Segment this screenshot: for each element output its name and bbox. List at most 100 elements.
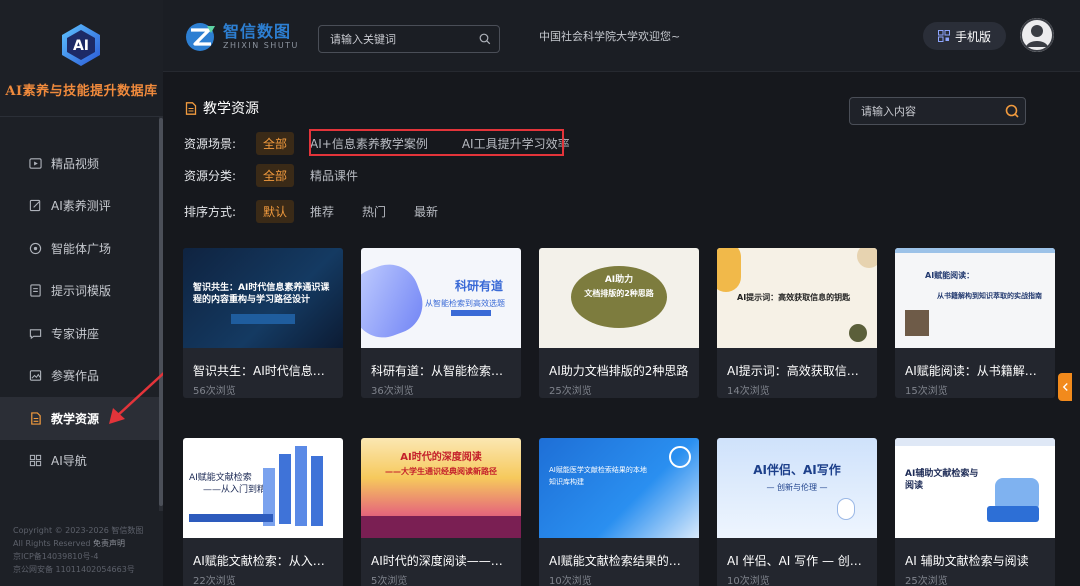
- content-search-input[interactable]: [850, 98, 990, 124]
- thumbnail-title: 科研有道: [455, 279, 504, 293]
- card-thumbnail: AI辅助文献检索与阅读: [895, 438, 1055, 538]
- sort-filter-label: 排序方式:: [184, 205, 237, 219]
- qrcode-icon: [937, 30, 950, 42]
- sidebar: AI AI素养与技能提升数据库 精品视频 AI素养测评 智能体广场 提示词模版 …: [0, 0, 163, 586]
- resource-card[interactable]: AI伴侣、AI写作 — 创新与伦理 — AI 伴侣、AI 写作 — 创新与伦理 …: [717, 438, 877, 586]
- sort-option-latest[interactable]: 最新: [407, 200, 445, 223]
- thumbnail-title: AI赋能文献检索: [189, 473, 252, 483]
- ai-logo-icon[interactable]: AI: [58, 22, 104, 68]
- card-thumbnail: AI赋能阅读： 从书籍解构到知识萃取的实战指南: [895, 248, 1055, 348]
- sidebar-item-label: AI导航: [51, 454, 87, 469]
- thumbnail-title: AI助力: [604, 275, 634, 285]
- thumbnail-text: AI提示词：高效获取信息的钥匙: [737, 293, 851, 302]
- card-thumbnail: AI助力 文档排版的2种思路: [539, 248, 699, 348]
- header-search-input[interactable]: [319, 26, 469, 52]
- sidebar-nav: 精品视频 AI素养测评 智能体广场 提示词模版 专家讲座 参赛作品 教学资源 A…: [0, 142, 160, 482]
- card-title: AI时代的深度阅读——大学生通识经典阅读新路径: [371, 554, 513, 568]
- resource-card[interactable]: AI赋能阅读： 从书籍解构到知识萃取的实战指南 AI赋能阅读：从书籍解构到知识萃…: [895, 248, 1055, 398]
- image-icon: [28, 369, 42, 383]
- card-thumbnail: AI时代的深度阅读 ——大学生通识经典阅读新路径: [361, 438, 521, 538]
- resource-card[interactable]: AI辅助文献检索与阅读 AI 辅助文献检索与阅读 25次浏览: [895, 438, 1055, 586]
- sidebar-item-ai-nav[interactable]: AI导航: [0, 440, 160, 483]
- sidebar-item-label: 精品视频: [51, 156, 100, 171]
- card-views: 22次浏览: [193, 576, 236, 586]
- copyright-text: Copyright © 2023-2026 智信数图: [13, 526, 144, 535]
- card-views: 36次浏览: [371, 386, 414, 397]
- disclaimer-link[interactable]: 免责声明: [93, 539, 125, 548]
- mobile-version-button[interactable]: 手机版: [923, 22, 1006, 50]
- sidebar-item-label: 提示词模版: [51, 284, 112, 299]
- filter-panel: 教学资源 资源场景: 全部 AI+信息素养教学案例 AI工具提升学习效率 资源分…: [163, 72, 1080, 232]
- category-filter-label: 资源分类:: [184, 169, 237, 183]
- resource-card[interactable]: AI时代的深度阅读 ——大学生通识经典阅读新路径 AI时代的深度阅读——大学生通…: [361, 438, 521, 586]
- thumbnail-subtitle: 文档排版的2种思路: [584, 289, 654, 298]
- mobile-version-label: 手机版: [954, 29, 991, 44]
- thumbnail-title: AI赋能阅读：: [925, 271, 975, 280]
- sidebar-item-agents[interactable]: 智能体广场: [0, 227, 160, 270]
- card-views: 10次浏览: [549, 576, 592, 586]
- top-header: 智信数图 ZHIXIN SHUTU 中国社会科学院大学欢迎您~ 手机版: [163, 0, 1080, 72]
- card-views: 15次浏览: [905, 386, 948, 397]
- sidebar-item-label: AI素养测评: [51, 199, 111, 214]
- card-thumbnail: 科研有道 从智能检索到高效选题: [361, 248, 521, 348]
- thumbnail-subtitle: ——大学生通识经典阅读新路径: [385, 467, 497, 476]
- brand-name: 智信数图: [223, 22, 292, 41]
- thumbnail-title: AI伴侣、AI写作: [753, 463, 841, 477]
- card-thumbnail: AI赋能文献检索 ——从入门到精通: [183, 438, 343, 538]
- police-record-text[interactable]: 京公网安备 11011402054663号: [13, 563, 163, 576]
- card-views: 5次浏览: [371, 576, 408, 586]
- sidebar-item-videos[interactable]: 精品视频: [0, 142, 160, 185]
- thumbnail-title: AI时代的深度阅读: [400, 452, 482, 463]
- resource-card[interactable]: AI赋能文献检索 ——从入门到精通 AI赋能文献检索：从入门到精通 22次浏览: [183, 438, 343, 586]
- category-option-courseware[interactable]: 精品课件: [308, 164, 365, 187]
- sort-filter-row: 排序方式: 默认 推荐 热门 最新: [184, 200, 459, 223]
- card-thumbnail: AI提示词：高效获取信息的钥匙: [717, 248, 877, 348]
- thumbnail-subtitle: 从智能检索到高效选题: [425, 299, 505, 308]
- sort-option-popular[interactable]: 热门: [355, 200, 393, 223]
- sort-option-default[interactable]: 默认: [256, 200, 295, 223]
- card-thumbnail: AI伴侣、AI写作 — 创新与伦理 —: [717, 438, 877, 538]
- card-title: 科研有道：从智能检索到高效选题: [371, 364, 513, 378]
- category-filter-row: 资源分类: 全部 精品课件: [184, 164, 379, 187]
- brand-logo[interactable]: 智信数图 ZHIXIN SHUTU: [185, 22, 299, 52]
- sort-option-recommended[interactable]: 推荐: [308, 200, 341, 223]
- scene-option-all[interactable]: 全部: [256, 132, 295, 155]
- lecture-icon: [28, 326, 42, 340]
- thumbnail-subtitle: — 创新与伦理 —: [766, 483, 828, 492]
- logo-text: AI: [73, 38, 89, 54]
- sidebar-item-label: 智能体广场: [51, 241, 112, 256]
- card-views: 56次浏览: [193, 386, 236, 397]
- video-icon: [28, 156, 42, 170]
- sidebar-item-assessment[interactable]: AI素养测评: [0, 185, 160, 228]
- thumbnail-text: AI辅助文献检索与阅读: [905, 469, 979, 491]
- page-title: 教学资源: [185, 98, 259, 118]
- sidebar-item-label: 专家讲座: [51, 326, 100, 341]
- card-title: AI提示词：高效获取信息的钥匙: [727, 364, 869, 378]
- welcome-text: 中国社会科学院大学欢迎您~: [539, 30, 681, 43]
- agent-icon: [28, 241, 42, 255]
- edit-icon: [28, 199, 42, 213]
- card-title: AI赋能阅读：从书籍解构到知识萃取的实战指南: [905, 364, 1047, 378]
- search-icon[interactable]: [479, 33, 491, 45]
- user-avatar[interactable]: [1020, 18, 1054, 52]
- search-icon[interactable]: [1005, 104, 1019, 118]
- grid-icon: [28, 454, 42, 468]
- chevron-left-icon: [1062, 383, 1068, 391]
- card-thumbnail: 智识共生：AI时代信息素养通识课程的内容重构与学习路径设计: [183, 248, 343, 348]
- thumbnail-text: AI赋能医学文献检索结果的本地知识库构建: [549, 466, 647, 486]
- resource-card[interactable]: 科研有道 从智能检索到高效选题 科研有道：从智能检索到高效选题 36次浏览: [361, 248, 521, 398]
- sidebar-item-lectures[interactable]: 专家讲座: [0, 312, 160, 355]
- resource-card[interactable]: AI助力 文档排版的2种思路 AI助力文档排版的2种思路 25次浏览: [539, 248, 699, 398]
- card-title: AI赋能文献检索：从入门到精通: [193, 554, 335, 568]
- document-icon: [28, 284, 42, 298]
- resource-card[interactable]: 智识共生：AI时代信息素养通识课程的内容重构与学习路径设计 智识共生：AI时代信…: [183, 248, 343, 398]
- resource-card[interactable]: AI赋能医学文献检索结果的本地知识库构建 AI赋能文献检索结果的本地知识库构建 …: [539, 438, 699, 586]
- card-title: AI 辅助文献检索与阅读: [905, 554, 1029, 568]
- resource-card[interactable]: AI提示词：高效获取信息的钥匙 AI提示词：高效获取信息的钥匙 14次浏览: [717, 248, 877, 398]
- category-option-all[interactable]: 全部: [256, 164, 295, 187]
- card-views: 14次浏览: [727, 386, 770, 397]
- sidebar-item-prompts[interactable]: 提示词模版: [0, 270, 160, 313]
- icp-text[interactable]: 京ICP备14039810号-4: [13, 550, 163, 563]
- side-collapse-handle[interactable]: [1058, 373, 1072, 401]
- annotation-highlight-box: [309, 129, 564, 156]
